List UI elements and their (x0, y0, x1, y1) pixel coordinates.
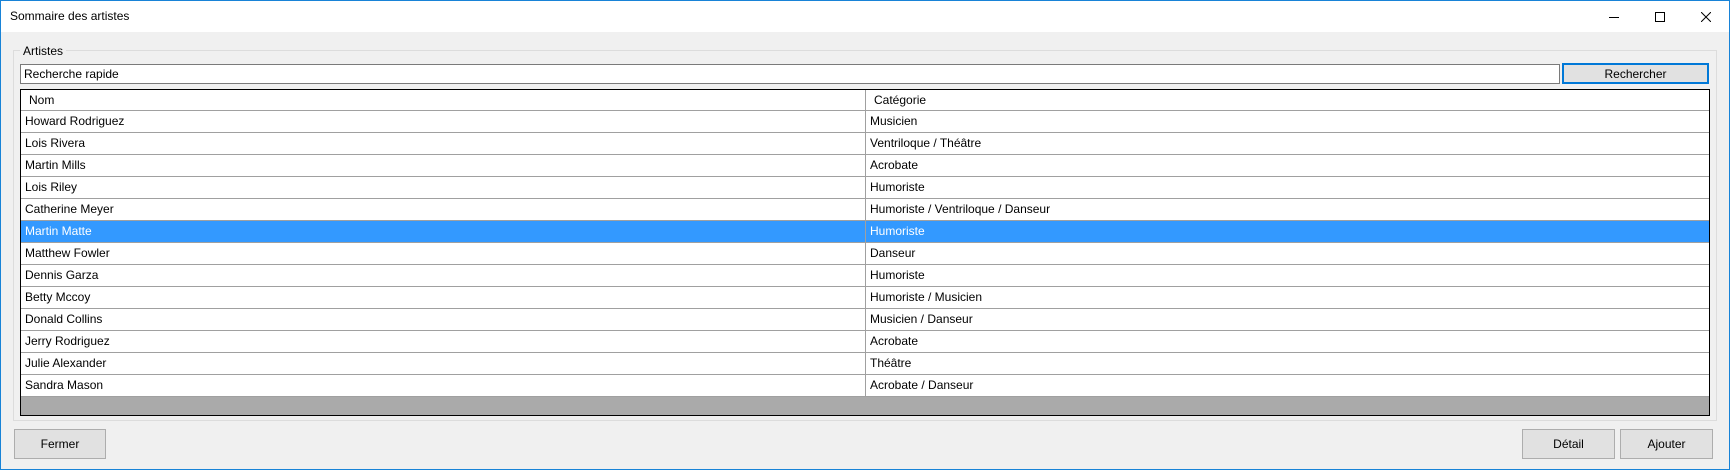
table-row[interactable]: Dennis Garza Humoriste (21, 265, 1709, 287)
table-row[interactable]: Martin Matte Humoriste (21, 221, 1709, 243)
cell-category[interactable]: Humoriste (866, 221, 1709, 243)
minimize-button[interactable] (1591, 1, 1637, 32)
cell-name[interactable]: Lois Riley (21, 177, 866, 199)
cell-name[interactable]: Catherine Meyer (21, 199, 866, 221)
cell-category[interactable]: Ventriloque / Théâtre (866, 133, 1709, 155)
table-row[interactable]: Donald Collins Musicien / Danseur (21, 309, 1709, 331)
cell-name[interactable]: Dennis Garza (21, 265, 866, 287)
maximize-button[interactable] (1637, 1, 1683, 32)
cell-category[interactable]: Musicien (866, 111, 1709, 133)
column-header-category[interactable]: Catégorie (866, 90, 1709, 111)
title-bar[interactable]: Sommaire des artistes (1, 1, 1729, 32)
cell-name[interactable]: Howard Rodriguez (21, 111, 866, 133)
minimize-icon (1609, 16, 1619, 18)
cell-category[interactable]: Acrobate / Danseur (866, 375, 1709, 397)
cell-category[interactable]: Humoriste / Musicien (866, 287, 1709, 309)
artists-group-legend: Artistes (20, 44, 67, 58)
search-button[interactable]: Rechercher (1562, 63, 1709, 84)
artist-summary-window: Sommaire des artistes Artistes Recherche… (0, 0, 1730, 470)
quick-search-input[interactable] (20, 64, 1560, 84)
maximize-icon (1655, 11, 1665, 22)
table-row[interactable]: Lois Rivera Ventriloque / Théâtre (21, 133, 1709, 155)
cell-name[interactable]: Jerry Rodriguez (21, 331, 866, 353)
cell-name[interactable]: Martin Matte (21, 221, 866, 243)
cell-category[interactable]: Humoriste / Ventriloque / Danseur (866, 199, 1709, 221)
cell-name[interactable]: Sandra Mason (21, 375, 866, 397)
cell-name[interactable]: Betty Mccoy (21, 287, 866, 309)
table-row[interactable]: Catherine Meyer Humoriste / Ventriloque /… (21, 199, 1709, 221)
detail-button[interactable]: Détail (1522, 429, 1615, 459)
cell-category[interactable]: Théâtre (866, 353, 1709, 375)
cell-category[interactable]: Acrobate (866, 155, 1709, 177)
artists-table[interactable]: Nom Catégorie Howard Rodriguez Musicien Lo… (20, 89, 1710, 416)
close-icon (1701, 11, 1711, 22)
cell-category[interactable]: Humoriste (866, 265, 1709, 287)
close-window-button[interactable] (1683, 1, 1729, 32)
cell-name[interactable]: Matthew Fowler (21, 243, 866, 265)
column-header-name[interactable]: Nom (21, 90, 866, 111)
cell-name[interactable]: Martin Mills (21, 155, 866, 177)
table-row[interactable]: Jerry Rodriguez Acrobate (21, 331, 1709, 353)
table-row[interactable]: Sandra Mason Acrobate / Danseur (21, 375, 1709, 397)
cell-name[interactable]: Lois Rivera (21, 133, 866, 155)
window-title: Sommaire des artistes (10, 9, 130, 23)
cell-category[interactable]: Musicien / Danseur (866, 309, 1709, 331)
cell-category[interactable]: Danseur (866, 243, 1709, 265)
table-row[interactable]: Betty Mccoy Humoriste / Musicien (21, 287, 1709, 309)
table-header: Nom Catégorie (21, 90, 1709, 111)
cell-name[interactable]: Julie Alexander (21, 353, 866, 375)
table-row[interactable]: Howard Rodriguez Musicien (21, 111, 1709, 133)
table-row[interactable]: Julie Alexander Théâtre (21, 353, 1709, 375)
cell-name[interactable]: Donald Collins (21, 309, 866, 331)
table-row[interactable]: Lois Riley Humoriste (21, 177, 1709, 199)
add-button[interactable]: Ajouter (1620, 429, 1713, 459)
table-row[interactable]: Matthew Fowler Danseur (21, 243, 1709, 265)
cell-category[interactable]: Humoriste (866, 177, 1709, 199)
cell-category[interactable]: Acrobate (866, 331, 1709, 353)
close-button[interactable]: Fermer (14, 429, 106, 459)
table-row[interactable]: Martin Mills Acrobate (21, 155, 1709, 177)
